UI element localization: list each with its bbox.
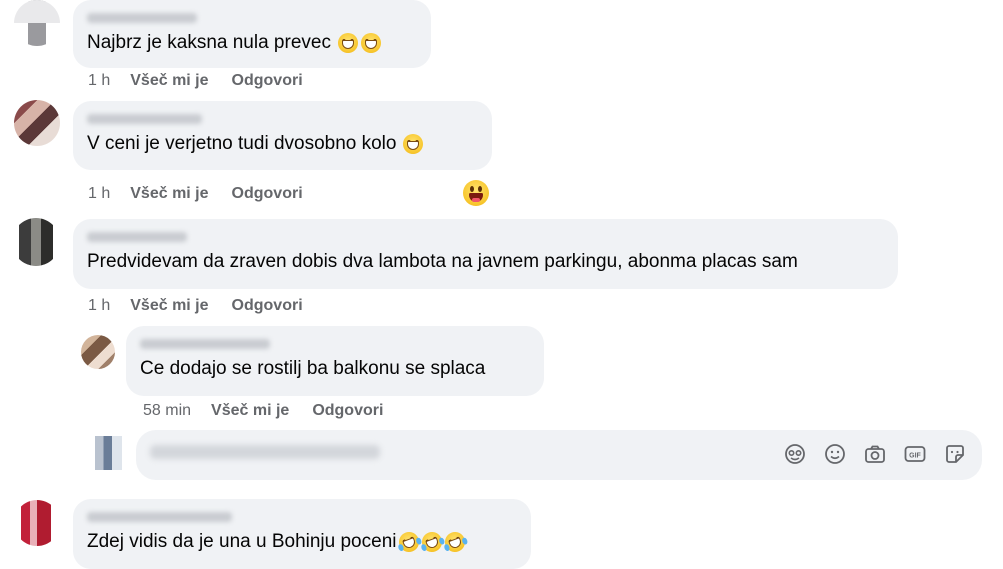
like-link[interactable]: Všeč mi je [211, 402, 289, 420]
like-link[interactable]: Všeč mi je [130, 185, 208, 203]
reply-link[interactable]: Odgovori [312, 402, 383, 420]
comment-bubble: Predvidevam da zraven dobis dva lambota … [73, 219, 898, 289]
reply-link[interactable]: Odgovori [232, 297, 303, 315]
comment-actions: 1 h Všeč mi je Odgovori [88, 185, 303, 203]
comment-text: Zdej vidis da je una u Bohinju poceni [87, 529, 469, 555]
avatar[interactable] [12, 218, 60, 266]
own-avatar [88, 436, 122, 470]
comment-time[interactable]: 1 h [88, 297, 110, 315]
avatar[interactable] [14, 500, 60, 546]
comment-bubble: Najbrz je kaksna nula prevec [73, 0, 431, 68]
avatar[interactable] [14, 100, 60, 146]
author-name-blurred[interactable] [87, 114, 202, 124]
gif-icon[interactable]: GIF [903, 442, 927, 466]
comment-text: V ceni je verjetno tudi dvosobno kolo [87, 133, 424, 155]
rolling-laughing-emoji-icon [396, 529, 423, 555]
comment-text: Ce dodajo se rostilj ba balkonu se splac… [140, 358, 486, 379]
svg-text:GIF: GIF [909, 452, 921, 459]
reply-input-placeholder[interactable] [150, 445, 380, 459]
rolling-laughing-emoji-icon [419, 529, 446, 555]
like-link[interactable]: Všeč mi je [130, 297, 208, 315]
comment-time[interactable]: 58 min [143, 402, 191, 420]
avatar-sticker-icon[interactable] [783, 442, 807, 466]
avatar[interactable] [81, 335, 115, 369]
avatar[interactable] [14, 0, 60, 46]
comment-time[interactable]: 1 h [88, 72, 110, 90]
author-name-blurred[interactable] [87, 232, 187, 242]
comment-text: Najbrz je kaksna nula prevec [87, 32, 381, 54]
author-name-blurred[interactable] [140, 339, 270, 349]
camera-icon[interactable] [863, 442, 887, 466]
comment-time[interactable]: 1 h [88, 185, 110, 203]
haha-reaction-icon[interactable] [463, 180, 489, 206]
sticker-icon[interactable] [943, 442, 967, 466]
reply-link[interactable]: Odgovori [232, 185, 303, 203]
grinning-emoji-icon [403, 134, 424, 154]
reply-input[interactable]: GIF [136, 430, 982, 480]
comment-bubble: Zdej vidis da je una u Bohinju poceni [73, 499, 531, 569]
reply-link[interactable]: Odgovori [232, 72, 303, 90]
grinning-emoji-icon [360, 33, 381, 53]
comment-text: Predvidevam da zraven dobis dva lambota … [87, 251, 798, 272]
comment-actions: 1 h Všeč mi je Odgovori [88, 72, 303, 90]
comment-actions: 58 min Všeč mi je Odgovori [143, 402, 383, 420]
reply-bubble: Ce dodajo se rostilj ba balkonu se splac… [126, 326, 544, 396]
author-name-blurred[interactable] [87, 13, 197, 23]
like-link[interactable]: Všeč mi je [130, 72, 208, 90]
emoji-icon[interactable] [823, 442, 847, 466]
author-name-blurred[interactable] [87, 512, 232, 522]
comment-actions: 1 h Všeč mi je Odgovori [88, 297, 303, 315]
rolling-laughing-emoji-icon [442, 529, 469, 555]
comment-bubble: V ceni je verjetno tudi dvosobno kolo [73, 101, 492, 170]
grinning-emoji-icon [337, 33, 358, 53]
